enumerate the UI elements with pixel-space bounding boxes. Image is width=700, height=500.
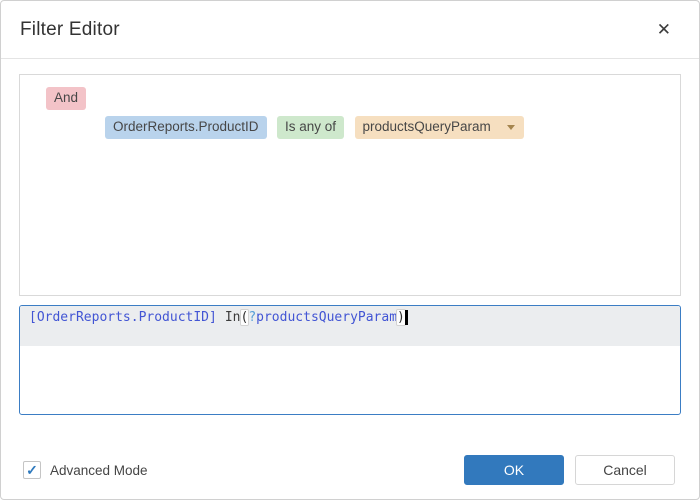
- expression-param-name: productsQueryParam: [256, 310, 398, 325]
- advanced-mode-toggle[interactable]: ✓ Advanced Mode: [23, 461, 148, 479]
- dialog-header: Filter Editor ✕: [1, 1, 699, 59]
- expression-field-token: [OrderReports.ProductID]: [29, 310, 217, 325]
- advanced-mode-label: Advanced Mode: [50, 462, 148, 478]
- dialog-title: Filter Editor: [20, 18, 120, 40]
- dialog-body: And OrderReports.ProductID Is any of pro…: [1, 59, 699, 415]
- group-operator-chip[interactable]: And: [46, 87, 87, 110]
- check-icon: ✓: [26, 462, 38, 478]
- expression-param-prefix: ?: [248, 310, 257, 325]
- chevron-down-icon: [506, 124, 515, 130]
- close-icon[interactable]: ✕: [653, 17, 675, 42]
- value-chip[interactable]: productsQueryParam: [354, 115, 524, 139]
- cancel-button[interactable]: Cancel: [575, 455, 675, 485]
- condition-row: OrderReports.ProductID Is any of product…: [105, 115, 680, 139]
- value-chip-label: productsQueryParam: [362, 118, 491, 134]
- expression-current-line: [OrderReports.ProductID] In(?productsQuer…: [20, 306, 680, 346]
- footer-buttons: OK Cancel: [464, 455, 675, 485]
- dialog-footer: ✓ Advanced Mode OK Cancel: [1, 441, 699, 499]
- field-chip[interactable]: OrderReports.ProductID: [105, 115, 267, 139]
- ok-button[interactable]: OK: [464, 455, 564, 485]
- filter-builder-panel: And OrderReports.ProductID Is any of pro…: [19, 74, 681, 296]
- text-caret: [405, 310, 408, 325]
- filter-editor-dialog: Filter Editor ✕ And OrderReports.Product…: [0, 0, 700, 500]
- expression-close-paren: ): [397, 310, 405, 325]
- expression-editor[interactable]: [OrderReports.ProductID] In(?productsQuer…: [19, 305, 681, 415]
- group-row: And: [46, 87, 680, 110]
- operator-chip[interactable]: Is any of: [277, 115, 345, 139]
- expression-keyword-token: In: [224, 310, 241, 325]
- advanced-mode-checkbox[interactable]: ✓: [23, 461, 41, 479]
